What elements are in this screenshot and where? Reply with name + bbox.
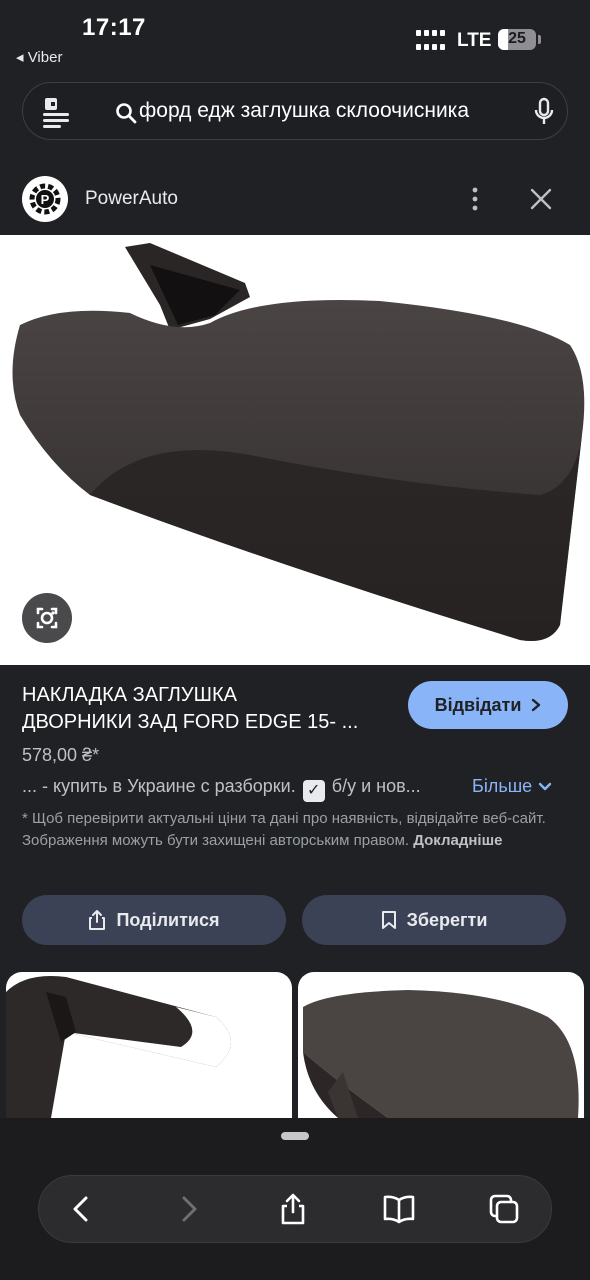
product-title-line2: ДВОРНИКИ ЗАД FORD EDGE 15- ... (22, 711, 359, 733)
product-title[interactable]: НАКЛАДКА ЗАГЛУШКА ДВОРНИКИ ЗАД FORD EDGE… (22, 682, 402, 736)
product-description: ... - купить в Украине с разборки. ✓ б/у… (22, 776, 467, 802)
related-image-1[interactable] (6, 972, 292, 1118)
browser-toolbar (38, 1175, 552, 1243)
back-to-app-link[interactable]: ◂ Viber (16, 48, 62, 66)
lens-icon (36, 607, 58, 629)
save-button-label: Зберегти (406, 909, 488, 930)
more-link[interactable]: Більше (472, 776, 552, 797)
tabs-icon[interactable] (487, 1192, 521, 1226)
checkmark-icon: ✓ (302, 780, 325, 802)
microphone-icon[interactable] (533, 97, 555, 127)
chevron-right-icon (532, 698, 541, 712)
product-image[interactable] (0, 235, 590, 665)
gear-logo-icon: P (29, 183, 61, 215)
visit-button[interactable]: Відвідати (408, 681, 568, 729)
related-image-2[interactable] (298, 972, 584, 1118)
search-icon (116, 103, 137, 124)
bookmarks-icon[interactable] (382, 1192, 416, 1226)
more-vert-icon[interactable] (470, 186, 480, 212)
desc-before: ... - купить в Украине с разборки. (22, 776, 296, 796)
bookmark-icon (381, 911, 396, 929)
back-icon[interactable] (65, 1192, 99, 1226)
desc-after: б/у и нов... (331, 776, 421, 796)
battery-nub (538, 35, 541, 44)
share-icon[interactable] (276, 1192, 310, 1226)
chevron-down-icon (538, 782, 552, 790)
product-title-line1: НАКЛАДКА ЗАГЛУШКА (22, 684, 237, 706)
battery-icon: 25 (498, 29, 536, 50)
learn-more-link[interactable]: Докладніше (413, 832, 502, 849)
network-type: LTE (457, 30, 492, 51)
visual-search-button[interactable] (22, 593, 72, 643)
signal-icon (416, 30, 446, 50)
status-time: 17:17 (82, 14, 146, 41)
share-button[interactable]: Поділитися (22, 895, 286, 945)
product-price: 578,00 ₴* (22, 745, 100, 765)
disclaimer: * Щоб перевірити актуальні ціни та дані … (22, 808, 570, 852)
close-icon[interactable] (528, 186, 554, 212)
svg-text:P: P (41, 192, 50, 207)
sheet-grabber[interactable] (281, 1132, 309, 1140)
forward-icon[interactable] (171, 1192, 205, 1226)
visit-button-label: Відвідати (434, 694, 522, 715)
save-button[interactable]: Зберегти (302, 895, 566, 945)
battery-level: 25 (508, 30, 526, 47)
share-button-label: Поділитися (116, 909, 220, 930)
share-icon (89, 910, 106, 930)
search-query[interactable]: форд едж заглушка склоочисника (139, 99, 469, 123)
source-name[interactable]: PowerAuto (85, 188, 178, 210)
source-logo[interactable]: P (22, 176, 68, 222)
more-link-label: Більше (472, 776, 533, 796)
lens-menu-icon[interactable] (41, 96, 71, 128)
search-bar[interactable]: форд едж заглушка склоочисника (22, 82, 568, 140)
